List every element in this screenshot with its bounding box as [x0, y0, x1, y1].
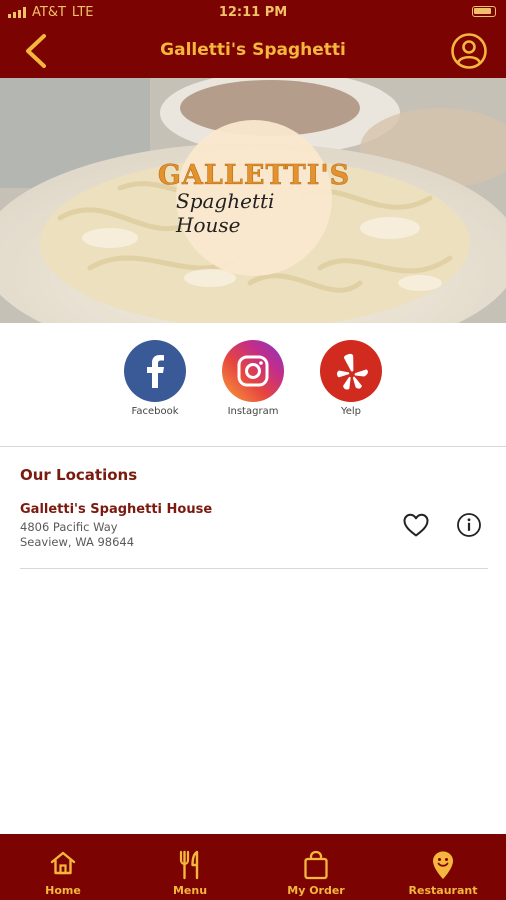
battery-icon: [472, 6, 496, 17]
facebook-button[interactable]: Facebook: [115, 340, 195, 417]
home-icon: [50, 851, 76, 875]
social-links: Facebook Instagram Yelp: [0, 340, 506, 422]
facebook-icon: [147, 355, 164, 388]
tab-my-order[interactable]: My Order: [253, 834, 379, 900]
info-circle-icon: [457, 513, 481, 537]
restaurant-logo: GALLETTI'S Spaghetti House: [158, 120, 349, 276]
instagram-label: Instagram: [227, 406, 279, 417]
yelp-icon: [336, 353, 368, 390]
info-button[interactable]: [456, 512, 482, 538]
location-address-line1: 4806 Pacific Way: [20, 520, 118, 534]
instagram-button[interactable]: Instagram: [213, 340, 293, 417]
location-pin-smile-icon: [433, 851, 453, 879]
section-divider: [0, 446, 506, 447]
tab-restaurant[interactable]: Restaurant: [380, 834, 506, 900]
bottom-tab-bar: Home Menu My Order Restaurant: [0, 834, 506, 900]
tab-my-order-label: My Order: [287, 884, 345, 897]
logo-title: GALLETTI'S: [157, 159, 351, 191]
tab-menu[interactable]: Menu: [127, 834, 253, 900]
instagram-icon: [237, 355, 269, 387]
facebook-label: Facebook: [131, 406, 179, 417]
heart-outline-icon: [403, 513, 429, 537]
hero-banner: GALLETTI'S Spaghetti House: [0, 78, 506, 323]
user-circle-icon: [451, 33, 487, 69]
header-bar: AT&T LTE 12:11 PM Galletti's Spaghetti: [0, 0, 506, 78]
status-bar: AT&T LTE 12:11 PM: [0, 0, 506, 24]
location-name: Galletti's Spaghetti House: [20, 502, 213, 517]
yelp-button[interactable]: Yelp: [311, 340, 391, 417]
page-title: Galletti's Spaghetti: [160, 40, 346, 60]
tab-restaurant-label: Restaurant: [408, 884, 478, 897]
location-item[interactable]: Galletti's Spaghetti House 4806 Pacific …: [20, 502, 486, 568]
tab-home[interactable]: Home: [0, 834, 126, 900]
location-address-line2: Seaview, WA 98644: [20, 535, 135, 549]
fork-knife-icon: [179, 850, 199, 880]
tab-menu-label: Menu: [172, 884, 208, 897]
yelp-label: Yelp: [340, 406, 362, 417]
favorite-button[interactable]: [402, 512, 430, 538]
tab-home-label: Home: [45, 884, 81, 897]
status-time: 12:11 PM: [218, 5, 288, 20]
location-divider: [20, 568, 488, 569]
shopping-bag-icon: [304, 850, 328, 880]
profile-button[interactable]: [450, 32, 488, 70]
locations-heading: Our Locations: [20, 466, 138, 484]
logo-subtitle: Spaghetti House: [176, 188, 275, 237]
